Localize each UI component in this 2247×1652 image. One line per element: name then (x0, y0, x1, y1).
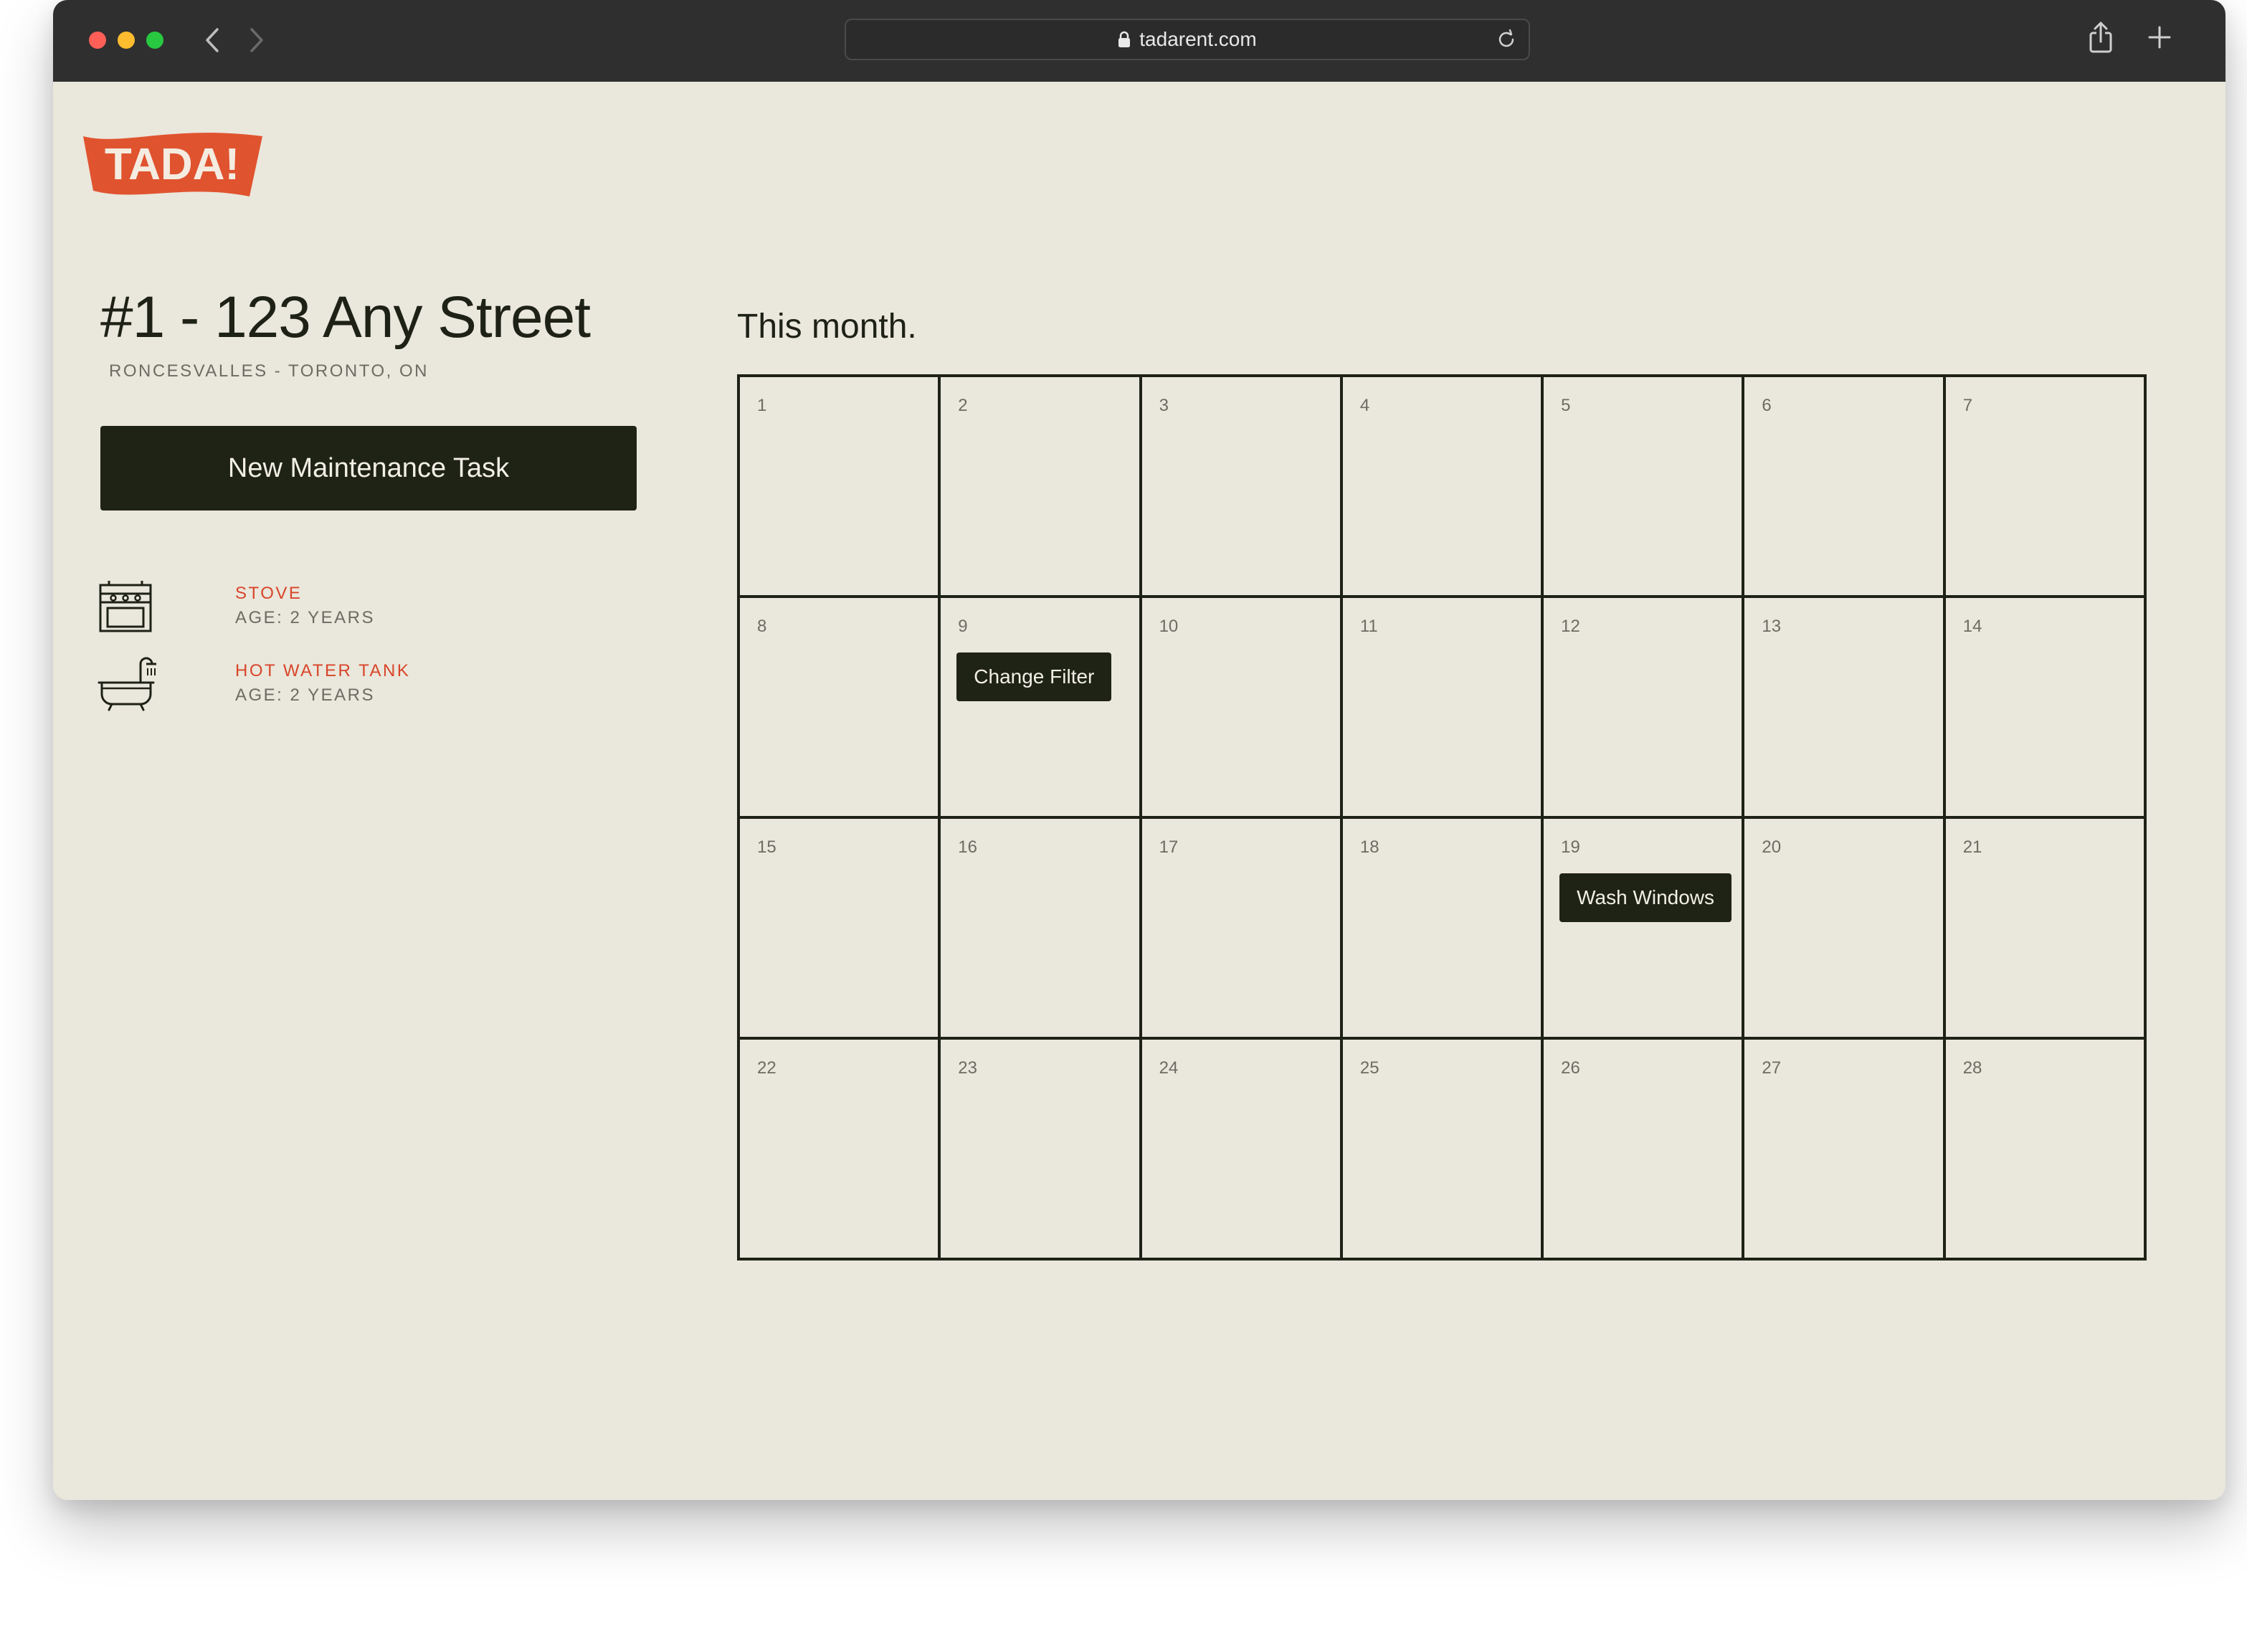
calendar-day-18[interactable]: 18 (1342, 819, 1544, 1040)
day-number: 20 (1762, 837, 1782, 857)
calendar-day-7[interactable]: 7 (1945, 377, 2147, 598)
bathtub-icon (96, 654, 158, 714)
calendar-day-20[interactable]: 20 (1744, 819, 1946, 1040)
calendar-day-9[interactable]: 9 Change Filter (941, 598, 1142, 819)
share-button[interactable] (2088, 22, 2114, 57)
address-bar[interactable]: tadarent.com (845, 19, 1530, 60)
new-maintenance-task-button[interactable]: New Maintenance Task (100, 426, 637, 511)
appliance-item-stove[interactable]: STOVE AGE: 2 YEARS (96, 576, 455, 641)
day-number: 22 (757, 1058, 776, 1078)
browser-toolbar: tadarent.com (53, 0, 2225, 82)
calendar-day-10[interactable]: 10 (1141, 598, 1343, 819)
day-number: 12 (1561, 617, 1580, 636)
calendar-day-28[interactable]: 28 (1945, 1040, 2147, 1261)
day-number: 21 (1962, 837, 1982, 857)
day-number: 26 (1561, 1058, 1580, 1078)
chevron-left-icon (206, 28, 219, 52)
calendar-heading: This month. (737, 308, 917, 346)
calendar-day-15[interactable]: 15 (740, 819, 941, 1040)
plus-icon (2148, 26, 2171, 49)
calendar-day-12[interactable]: 12 (1544, 598, 1745, 819)
new-tab-button[interactable] (2145, 22, 2174, 57)
chevron-right-icon (250, 28, 263, 52)
day-number: 3 (1159, 396, 1169, 415)
day-number: 23 (958, 1058, 977, 1078)
property-location: RONCESVALLES - TORONTO, ON (109, 361, 429, 381)
day-number: 28 (1962, 1058, 1982, 1078)
day-number: 1 (757, 396, 767, 415)
day-number: 7 (1962, 396, 1973, 415)
svg-text:TADA!: TADA! (105, 140, 239, 189)
browser-window: tadarent.com TADA! #1 - 123 Any Street R… (53, 0, 2225, 1500)
day-number: 25 (1359, 1058, 1379, 1078)
day-number: 14 (1962, 617, 1982, 636)
calendar-day-19[interactable]: 19 Wash Windows (1544, 819, 1745, 1040)
month-calendar: 1 2 3 4 5 6 7 8 9 Change Filter 10 11 12 13 14 15 16 17 18… (737, 374, 2147, 1261)
day-number: 15 (757, 837, 776, 857)
reload-icon[interactable] (1496, 29, 1517, 54)
lock-icon (1118, 31, 1131, 48)
day-number: 27 (1762, 1058, 1782, 1078)
calendar-day-14[interactable]: 14 (1945, 598, 2147, 819)
appliance-name: HOT WATER TANK (235, 661, 411, 680)
calendar-day-4[interactable]: 4 (1342, 377, 1544, 598)
stove-icon (96, 576, 156, 637)
calendar-day-22[interactable]: 22 (740, 1040, 941, 1261)
share-icon (2089, 22, 2112, 53)
calendar-day-24[interactable]: 24 (1141, 1040, 1343, 1261)
day-number: 18 (1359, 837, 1379, 857)
tada-logo[interactable]: TADA! (79, 128, 268, 206)
calendar-day-6[interactable]: 6 (1744, 377, 1946, 598)
day-number: 11 (1359, 617, 1378, 636)
url-text: tadarent.com (1139, 28, 1257, 50)
day-number: 24 (1159, 1058, 1179, 1078)
day-number: 10 (1159, 617, 1179, 636)
calendar-day-26[interactable]: 26 (1544, 1040, 1745, 1261)
day-number: 5 (1561, 396, 1571, 415)
day-number: 2 (958, 396, 968, 415)
calendar-day-27[interactable]: 27 (1744, 1040, 1946, 1261)
day-number: 19 (1561, 837, 1580, 857)
minimize-window-button[interactable] (118, 32, 135, 49)
appliance-age: AGE: 2 YEARS (235, 685, 375, 705)
forward-button[interactable] (241, 22, 272, 59)
calendar-day-1[interactable]: 1 (740, 377, 941, 598)
calendar-day-11[interactable]: 11 (1342, 598, 1544, 819)
calendar-task[interactable]: Change Filter (956, 652, 1112, 701)
calendar-day-2[interactable]: 2 (941, 377, 1142, 598)
back-button[interactable] (196, 22, 228, 59)
calendar-day-23[interactable]: 23 (941, 1040, 1142, 1261)
day-number: 6 (1762, 396, 1772, 415)
maximize-window-button[interactable] (146, 32, 163, 49)
day-number: 4 (1359, 396, 1370, 415)
calendar-day-8[interactable]: 8 (740, 598, 941, 819)
day-number: 16 (958, 837, 977, 857)
day-number: 17 (1159, 837, 1179, 857)
close-window-button[interactable] (89, 32, 106, 49)
calendar-day-13[interactable]: 13 (1744, 598, 1946, 819)
appliance-item-hot-water-tank[interactable]: HOT WATER TANK AGE: 2 YEARS (96, 654, 455, 718)
calendar-task[interactable]: Wash Windows (1559, 873, 1732, 922)
calendar-day-16[interactable]: 16 (941, 819, 1142, 1040)
appliance-age: AGE: 2 YEARS (235, 608, 375, 627)
calendar-day-25[interactable]: 25 (1342, 1040, 1544, 1261)
day-number: 9 (958, 617, 968, 636)
day-number: 8 (757, 617, 767, 636)
calendar-day-3[interactable]: 3 (1141, 377, 1343, 598)
calendar-day-5[interactable]: 5 (1544, 377, 1745, 598)
appliance-name: STOVE (235, 584, 303, 603)
calendar-day-17[interactable]: 17 (1141, 819, 1343, 1040)
property-title: #1 - 123 Any Street (100, 285, 591, 350)
calendar-day-21[interactable]: 21 (1945, 819, 2147, 1040)
day-number: 13 (1762, 617, 1782, 636)
